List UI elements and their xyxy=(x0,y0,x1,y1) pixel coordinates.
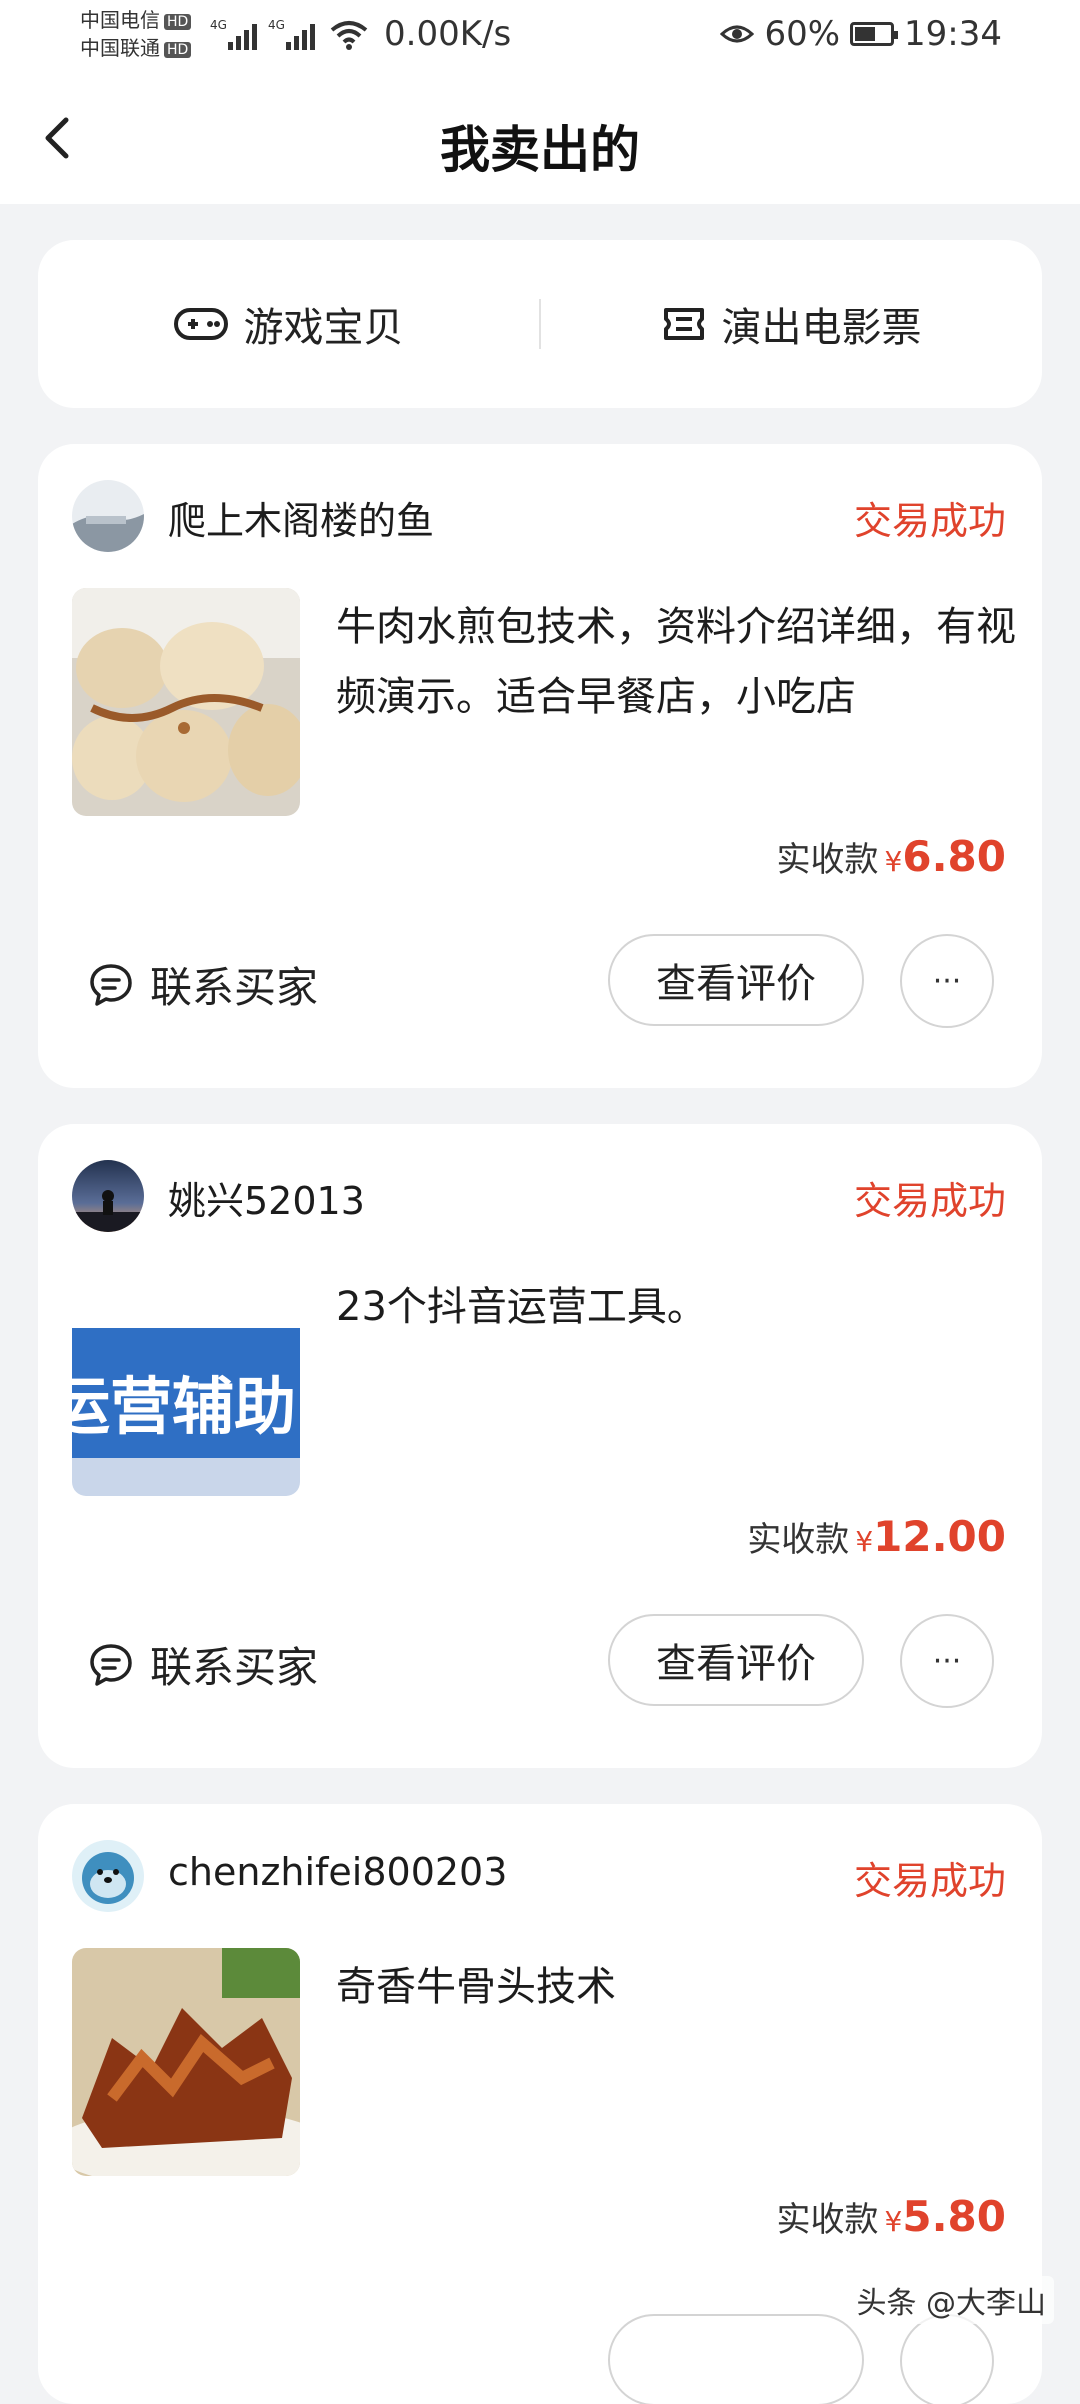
product-thumbnail[interactable] xyxy=(72,1948,300,2176)
received-amount: 实收款 ¥12.00 xyxy=(747,1512,1006,1561)
clock: 19:34 xyxy=(904,14,1002,54)
nav-bar: 我卖出的 xyxy=(0,72,1080,204)
category-tabs: 游戏宝贝 演出电影票 xyxy=(38,240,1042,408)
carrier-info: 中国电信 HD 中国联通 HD xyxy=(80,6,192,62)
ticket-icon xyxy=(663,308,704,340)
contact-label: 联系买家 xyxy=(150,1643,319,1692)
hd-badge: HD xyxy=(164,41,192,58)
order-card: 姚兴52013 交易成功 运营辅助 23个抖音运营工具。 实收款 ¥12.00 联… xyxy=(38,1124,1042,1768)
chat-icon xyxy=(90,963,132,1006)
contact-buyer-button[interactable]: 联系买家 xyxy=(88,1634,318,1695)
view-review-button[interactable]: 查看评价 xyxy=(608,1614,864,1706)
thumbnail-text: 运营辅助 xyxy=(72,1370,297,1443)
currency-symbol: ¥ xyxy=(884,845,903,878)
buyer-name[interactable]: chenzhifei800203 xyxy=(168,1850,507,1894)
eye-icon xyxy=(720,25,755,43)
received-amount: 实收款 ¥6.80 xyxy=(777,832,1006,881)
watermark: 头条 @大李山 xyxy=(848,2276,1054,2324)
amount-label: 实收款 xyxy=(776,840,879,880)
signal-icon xyxy=(228,18,262,50)
buyer-name[interactable]: 姚兴52013 xyxy=(168,1170,365,1225)
net-speed: 0.00K/s xyxy=(384,14,512,54)
avatar[interactable] xyxy=(72,1840,144,1912)
view-review-button[interactable]: 查看评价 xyxy=(608,934,864,1026)
product-description[interactable]: 牛肉水煎包技术，资料介绍详细，有视频演示。适合早餐店，小吃店 xyxy=(336,592,1016,732)
amount-value: 5.80 xyxy=(902,2192,1006,2241)
product-thumbnail[interactable] xyxy=(72,588,300,816)
tab-tickets[interactable]: 演出电影票 xyxy=(541,240,1042,408)
network-type-1: 4G xyxy=(210,18,227,32)
more-button[interactable]: ··· xyxy=(900,934,994,1028)
tab-label: 游戏宝贝 xyxy=(243,305,404,351)
gamepad-icon xyxy=(173,308,228,340)
battery-icon xyxy=(850,22,899,46)
avatar[interactable] xyxy=(72,1160,144,1232)
amount-label: 实收款 xyxy=(747,1520,850,1560)
order-status: 交易成功 xyxy=(853,1179,1006,1223)
carrier-1: 中国电信 xyxy=(80,8,160,32)
status-bar: 中国电信 HD 中国联通 HD 4G 4G 0.00K/s 60% 19:34 xyxy=(0,0,1080,72)
avatar[interactable] xyxy=(72,480,144,552)
network-type-2: 4G xyxy=(268,18,285,32)
currency-symbol: ¥ xyxy=(884,2205,903,2238)
amount-value: 12.00 xyxy=(873,1512,1006,1561)
received-amount: 实收款 ¥5.80 xyxy=(777,2192,1006,2241)
buyer-name[interactable]: 爬上木阁楼的鱼 xyxy=(168,490,434,545)
product-description[interactable]: 奇香牛骨头技术 xyxy=(336,1952,1016,2022)
order-status: 交易成功 xyxy=(853,1859,1006,1903)
more-button[interactable] xyxy=(900,2314,994,2404)
tab-label: 演出电影票 xyxy=(721,305,922,351)
amount-value: 6.80 xyxy=(902,832,1006,881)
product-description[interactable]: 23个抖音运营工具。 xyxy=(336,1272,1016,1342)
order-card: 爬上木阁楼的鱼 交易成功 牛肉水煎包技术，资料介绍详细，有视频演示。适合早餐店，… xyxy=(38,444,1042,1088)
currency-symbol: ¥ xyxy=(855,1525,874,1558)
product-thumbnail[interactable]: 运营辅助 xyxy=(72,1268,300,1496)
hd-badge: HD xyxy=(164,13,192,30)
order-status: 交易成功 xyxy=(853,499,1006,543)
contact-buyer-button[interactable]: 联系买家 xyxy=(88,954,318,1015)
tab-game-items[interactable]: 游戏宝贝 xyxy=(38,240,539,408)
battery-percent: 60% xyxy=(764,14,841,54)
signal-icon xyxy=(286,18,320,50)
contact-label: 联系买家 xyxy=(150,963,319,1012)
wifi-icon xyxy=(330,21,368,50)
amount-label: 实收款 xyxy=(776,2200,879,2240)
chat-icon xyxy=(90,1643,132,1686)
carrier-2: 中国联通 xyxy=(80,36,160,60)
more-button[interactable]: ··· xyxy=(900,1614,994,1708)
view-review-button[interactable] xyxy=(608,2314,864,2404)
page-title: 我卖出的 xyxy=(440,121,640,179)
